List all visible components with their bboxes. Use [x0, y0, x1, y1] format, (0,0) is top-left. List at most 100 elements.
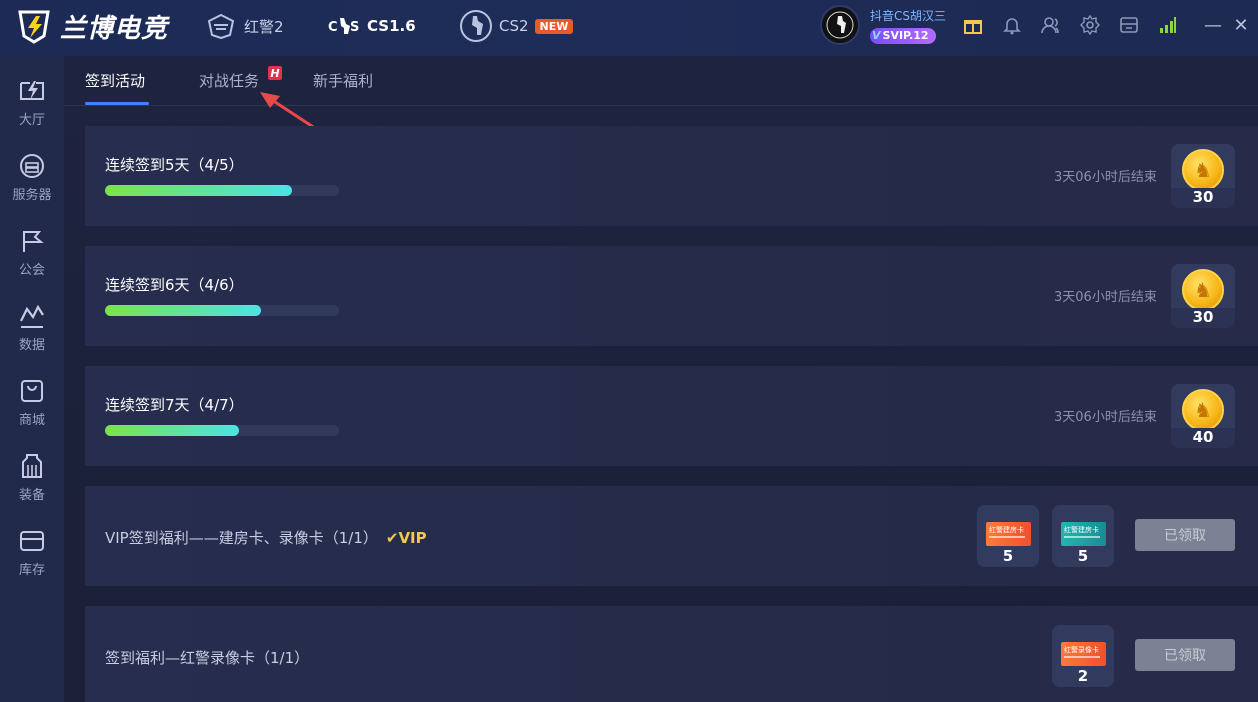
lobby-icon	[17, 76, 47, 106]
sidebar-item-label: 装备	[18, 488, 45, 503]
data-chart-icon	[17, 301, 47, 331]
progress-bar	[105, 185, 339, 196]
reward-amount: 30	[1192, 188, 1214, 206]
game-tab-label: CS2	[499, 17, 529, 35]
signin-benefit-card: 签到福利—红警录像卡（1/1） 红警录像卡 2 已领取	[85, 606, 1258, 702]
progress-fill	[105, 185, 293, 196]
sidebar-item-label: 商城	[18, 413, 45, 428]
sidebar-item-equipment[interactable]: 装备	[0, 445, 64, 517]
reward-amount: 40	[1192, 428, 1214, 446]
settings-icon[interactable]	[1079, 14, 1101, 36]
tab-battle-tasks[interactable]: 对战任务	[199, 70, 259, 91]
coin-icon: ♞	[1182, 149, 1224, 191]
card-text: 红警录像卡	[1064, 646, 1099, 654]
reward-amount: 5	[1002, 547, 1014, 565]
coin-icon: ♞	[1182, 269, 1224, 311]
red-alert-icon	[204, 9, 238, 43]
task-title: 连续签到6天（4/6）	[105, 276, 244, 294]
game-tab-cs16[interactable]: CS CS1.6	[327, 8, 416, 44]
hot-badge: H	[268, 66, 282, 80]
card-text: 红警建房卡	[1064, 526, 1099, 534]
task-title: VIP签到福利——建房卡、录像卡（1/1） ✔VIP	[105, 527, 427, 548]
coin-reward[interactable]: ♞ 30	[1171, 144, 1235, 208]
progress-bar	[105, 305, 339, 316]
minimize-button[interactable]: —	[1202, 14, 1224, 36]
user-profile[interactable]: 抖音CS胡汉三 V SVIP.12	[820, 5, 946, 45]
avatar[interactable]	[820, 5, 860, 45]
card-text: 红警建房卡	[989, 526, 1024, 534]
vip-tag-text: VIP	[398, 529, 427, 547]
room-card-reward[interactable]: 红警建房卡 5	[977, 505, 1039, 567]
coin-icon: ♞	[1182, 389, 1224, 431]
sidebar-item-label: 库存	[18, 563, 45, 578]
sidebar-item-inventory[interactable]: 库存	[0, 520, 64, 592]
time-remaining: 3天06小时后结束	[1054, 410, 1157, 425]
main-panel: 签到活动 对战任务 H 新手福利 连续签到5天（4/5） 3天06小时后结束 ♞…	[64, 56, 1258, 702]
signin-task-card: 连续签到6天（4/6） 3天06小时后结束 ♞ 30	[85, 246, 1258, 346]
sidebar-item-label: 公会	[18, 263, 45, 278]
logo-icon	[18, 10, 50, 44]
close-button[interactable]: ✕	[1230, 14, 1252, 36]
app-logo[interactable]: 兰博电竞	[14, 4, 168, 48]
bell-icon[interactable]	[1001, 14, 1023, 36]
subtab-bar: 签到活动 对战任务 H 新手福利	[64, 56, 1258, 140]
tab-signin-activity[interactable]: 签到活动	[85, 70, 145, 91]
sidebar-item-server[interactable]: 服务器	[0, 145, 64, 217]
vip-level-text: SVIP.12	[882, 29, 929, 42]
room-card-reward[interactable]: 红警建房卡 5	[1052, 505, 1114, 567]
cs2-icon	[459, 9, 493, 43]
sidebar-item-guild[interactable]: 公会	[0, 220, 64, 292]
replay-card-reward[interactable]: 红警录像卡 2	[1052, 625, 1114, 687]
signin-task-card: 连续签到5天（4/5） 3天06小时后结束 ♞ 30	[85, 126, 1258, 226]
time-remaining: 3天06小时后结束	[1054, 170, 1157, 185]
task-title: 连续签到5天（4/5）	[105, 156, 244, 174]
room-card-icon: 红警建房卡	[1061, 522, 1106, 546]
game-tab-label: 红警2	[244, 17, 284, 36]
game-tab-red-alert[interactable]: 红警2	[204, 8, 284, 44]
inventory-icon	[17, 526, 47, 556]
game-tab-cs2[interactable]: CS2 NEW	[459, 8, 574, 44]
coin-reward[interactable]: ♞ 40	[1171, 384, 1235, 448]
game-tab-label: CS1.6	[367, 17, 416, 35]
coin-reward[interactable]: ♞ 30	[1171, 264, 1235, 328]
svg-text:S: S	[350, 20, 359, 35]
equipment-icon	[17, 451, 47, 481]
signin-task-card: 连续签到7天（4/7） 3天06小时后结束 ♞ 40	[85, 366, 1258, 466]
claimed-button[interactable]: 已领取	[1135, 639, 1235, 671]
sidebar-item-label: 服务器	[12, 188, 52, 203]
replay-card-icon: 红警录像卡	[1061, 642, 1106, 666]
task-title: 签到福利—红警录像卡（1/1）	[105, 649, 310, 667]
vip-level-badge: V SVIP.12	[870, 27, 936, 44]
vip-signin-card: VIP签到福利——建房卡、录像卡（1/1） ✔VIP 红警建房卡 5 红警建房卡 …	[85, 486, 1258, 586]
claimed-button[interactable]: 已领取	[1135, 519, 1235, 551]
top-bar: 兰博电竞 红警2 CS CS1.6 CS2 NEW 抖音CS胡汉三 V SVIP.…	[0, 0, 1258, 56]
svg-text:C: C	[328, 20, 338, 35]
reward-amount: 2	[1077, 667, 1089, 685]
vip-task-title: VIP签到福利——建房卡、录像卡（1/1）	[105, 529, 378, 547]
sidebar-item-data[interactable]: 数据	[0, 295, 64, 367]
room-card-icon: 红警建房卡	[986, 522, 1031, 546]
reward-amount: 5	[1077, 547, 1089, 565]
sidebar-item-label: 大厅	[18, 113, 45, 128]
username: 抖音CS胡汉三	[870, 8, 946, 23]
progress-bar	[105, 425, 339, 436]
time-remaining: 3天06小时后结束	[1054, 290, 1157, 305]
active-tab-underline	[85, 102, 149, 105]
sidebar-item-label: 数据	[18, 338, 45, 353]
server-icon	[17, 151, 47, 181]
cs-icon: CS	[327, 9, 361, 43]
progress-fill	[105, 425, 239, 436]
sidebar-item-shop[interactable]: 商城	[0, 370, 64, 442]
guild-flag-icon	[17, 226, 47, 256]
gift-icon[interactable]	[962, 14, 984, 36]
task-title: 连续签到7天（4/7）	[105, 396, 244, 414]
vip-tag: ✔VIP	[385, 529, 427, 547]
reward-amount: 30	[1192, 308, 1214, 326]
brand-name: 兰博电竞	[60, 13, 169, 44]
friends-icon[interactable]	[1040, 14, 1062, 36]
sidebar-item-lobby[interactable]: 大厅	[0, 70, 64, 142]
signal-icon	[1157, 14, 1179, 36]
mail-icon[interactable]	[1118, 14, 1140, 36]
sidebar: 大厅 服务器 公会 数据 商城 装备 库存	[0, 56, 64, 702]
progress-fill	[105, 305, 262, 316]
